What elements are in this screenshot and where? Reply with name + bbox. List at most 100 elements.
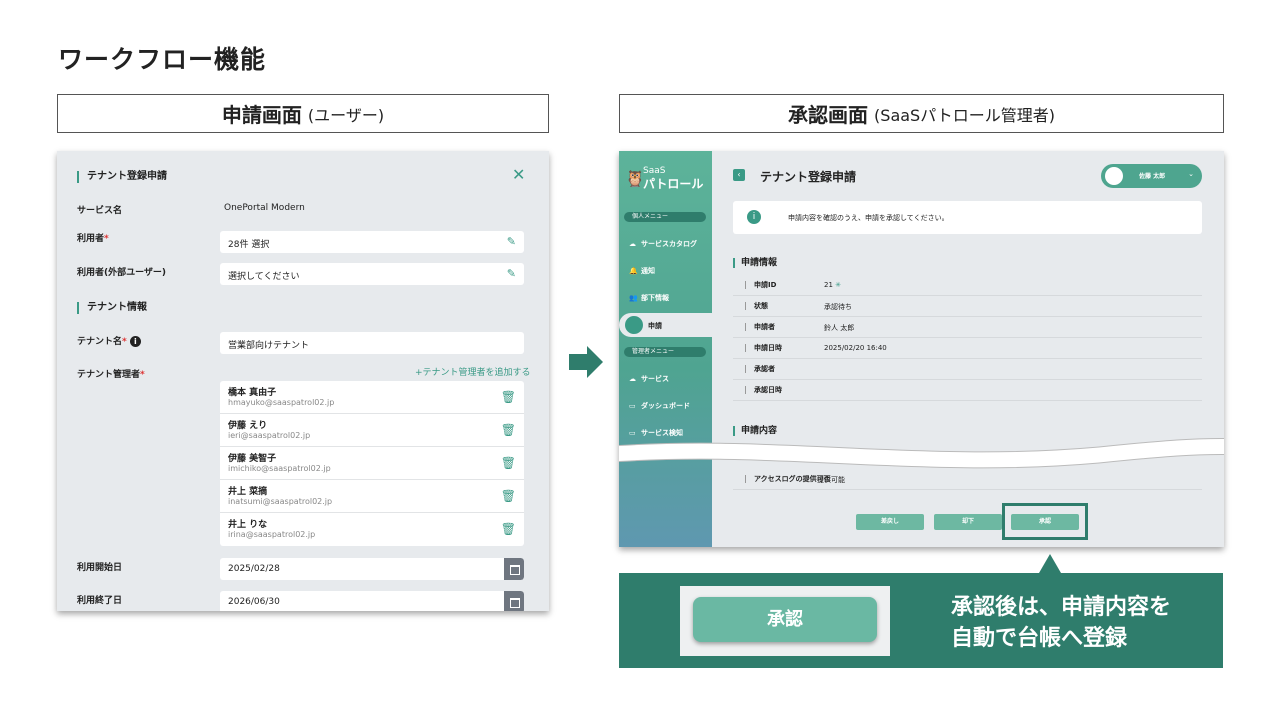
info-icon[interactable]: i xyxy=(129,336,141,347)
back-button[interactable]: ‹ xyxy=(733,169,745,181)
row-key: 承認者 xyxy=(745,365,775,373)
row-value: 21 ✳ xyxy=(824,281,842,289)
end-date-input[interactable]: 2026/06/30 xyxy=(220,591,524,611)
trash-icon[interactable]: 🗑 xyxy=(501,423,516,437)
row-key: 申請者 xyxy=(745,323,775,331)
list-item: 井上 りな irina@saaspatrol02.jp 🗑 xyxy=(220,513,524,546)
admin-menu-label: 管理者メニュー xyxy=(624,347,706,357)
admin-email: inatsumi@saaspatrol02.jp xyxy=(228,497,333,506)
admin-name: 井上 りな xyxy=(228,520,268,530)
add-tenant-admin-link[interactable]: +テナント管理者を追加する xyxy=(415,365,531,378)
table-row: 承認者 xyxy=(733,359,1202,380)
arrow-right-icon xyxy=(569,346,603,378)
table-row: 申請者 鈴人 太郎 xyxy=(733,317,1202,338)
service-value: OnePortal Modern xyxy=(224,203,305,213)
tenant-admin-list: 橋本 真由子 hmayuko@saaspatrol02.jp 🗑 伊藤 えり ieri… xyxy=(220,381,524,546)
list-item: 井上 菜摘 inatsumi@saaspatrol02.jp 🗑 xyxy=(220,480,524,513)
start-date-label: 利用開始日 xyxy=(77,563,123,573)
owl-logo-icon: 🦉 xyxy=(625,169,645,188)
avatar xyxy=(1105,167,1123,185)
request-screen-title: 申請画面 xyxy=(221,103,302,127)
tenant-admin-label: テナント管理者* xyxy=(77,370,145,380)
request-info-section-title: 申請情報 xyxy=(733,258,777,268)
table-row: 承認日時 xyxy=(733,380,1202,401)
sidebar-item-service[interactable]: ☁ サービス xyxy=(629,374,669,384)
calendar-icon[interactable] xyxy=(504,591,524,611)
admin-email: hmayuko@saaspatrol02.jp xyxy=(228,398,335,407)
app-logo: SaaS パトロール xyxy=(643,166,704,191)
sidebar-item-subordinate[interactable]: 👥 部下情報 xyxy=(629,293,669,303)
request-screen-header: 申請画面 (ユーザー) xyxy=(57,94,549,133)
row-value: 承認待ち xyxy=(824,303,852,311)
user-menu[interactable]: 佐藤 太郎 ⌄ xyxy=(1101,164,1202,188)
pencil-icon[interactable]: ✎ xyxy=(507,267,516,280)
trash-icon[interactable]: 🗑 xyxy=(501,522,516,536)
calendar-icon[interactable] xyxy=(504,558,524,580)
info-text: 申請内容を確認のうえ、申請を承認してください。 xyxy=(788,214,949,222)
table-row: 申請日時 2025/02/20 16:40 xyxy=(733,338,1202,359)
user-select-field[interactable]: 28件 選択 ✎ xyxy=(220,231,524,253)
row-value: 提供可能 xyxy=(817,476,845,484)
approval-screen-subtitle: (SaaSパトロール管理者) xyxy=(874,105,1055,125)
sidebar: 🦉 SaaS パトロール 個人メニュー ☁ サービスカタログ 🔔 通知 👥 部下情報 申… xyxy=(619,151,712,547)
zoomed-approve-button[interactable]: 承認 xyxy=(693,597,877,642)
approval-screen-title: 承認画面 xyxy=(788,103,869,127)
approval-screen: 🦉 SaaS パトロール 個人メニュー ☁ サービスカタログ 🔔 通知 👥 部下情報 申… xyxy=(619,151,1224,547)
row-value: 2025/02/20 16:40 xyxy=(824,344,887,352)
page-title: ワークフロー機能 xyxy=(58,45,267,74)
start-date-input[interactable]: 2025/02/28 xyxy=(220,558,524,580)
external-user-label: 利用者(外部ユーザー) xyxy=(77,268,167,278)
list-item: 伊藤 えり ieri@saaspatrol02.jp 🗑 xyxy=(220,414,524,447)
admin-name: 橋本 真由子 xyxy=(228,388,277,398)
admin-email: imichiko@saaspatrol02.jp xyxy=(228,464,331,473)
sidebar-item-catalog[interactable]: ☁ サービスカタログ xyxy=(629,239,697,249)
link-icon[interactable]: ✳ xyxy=(835,281,841,289)
admin-name: 伊藤 美智子 xyxy=(228,454,277,464)
request-icon xyxy=(625,316,643,334)
user-select-value: 28件 選択 xyxy=(228,240,270,250)
bell-icon: 🔔 xyxy=(629,267,638,275)
tenant-info-section-title: テナント情報 xyxy=(77,302,147,314)
tenant-name-input[interactable]: 営業部向けテナント xyxy=(220,332,524,354)
user-label: 利用者* xyxy=(77,234,109,244)
panel-title: テナント登録申請 xyxy=(760,170,857,184)
trash-icon[interactable]: 🗑 xyxy=(501,489,516,503)
monitor-icon: ▭ xyxy=(629,402,636,410)
user-name: 佐藤 太郎 xyxy=(1139,173,1166,180)
pencil-icon[interactable]: ✎ xyxy=(507,235,516,248)
sidebar-item-dashboard[interactable]: ▭ ダッシュボード xyxy=(629,401,690,411)
reject-button[interactable]: 却下 xyxy=(934,514,1002,530)
callout-line-2: 自動で台帳へ登録 xyxy=(951,626,1128,651)
external-user-field[interactable]: 選択してください ✎ xyxy=(220,263,524,285)
end-date-label: 利用終了日 xyxy=(77,596,123,606)
people-icon: 👥 xyxy=(629,294,638,302)
row-key: 申請日時 xyxy=(745,344,782,352)
row-key: 状態 xyxy=(745,302,768,310)
close-icon[interactable]: ✕ xyxy=(512,165,525,184)
info-banner: i 申請内容を確認のうえ、申請を承認してください。 xyxy=(733,201,1202,234)
personal-menu-label: 個人メニュー xyxy=(624,212,706,222)
list-item: 橋本 真由子 hmayuko@saaspatrol02.jp 🗑 xyxy=(220,381,524,414)
trash-icon[interactable]: 🗑 xyxy=(501,456,516,470)
external-user-placeholder: 選択してください xyxy=(228,272,300,282)
cloud-icon: ☁ xyxy=(629,240,636,248)
tenant-name-value: 営業部向けテナント xyxy=(228,341,310,351)
trash-icon[interactable]: 🗑 xyxy=(501,390,516,404)
form-section-title: テナント登録申請 xyxy=(77,171,167,183)
info-icon: i xyxy=(747,210,761,224)
request-form: テナント登録申請 ✕ サービス名 OnePortal Modern 利用者* 2… xyxy=(57,151,549,611)
admin-name: 伊藤 えり xyxy=(228,421,268,431)
admin-email: irina@saaspatrol02.jp xyxy=(228,530,316,539)
sidebar-item-notice[interactable]: 🔔 通知 xyxy=(629,266,655,276)
admin-name: 井上 菜摘 xyxy=(228,487,268,497)
approval-screen-header: 承認画面 (SaaSパトロール管理者) xyxy=(619,94,1224,133)
row-key: 申請ID xyxy=(745,281,776,289)
callout-text: 承認後は、申請内容を 自動で台帳へ登録 xyxy=(951,592,1171,654)
callout-pointer xyxy=(1039,554,1061,573)
zoomed-approve-area: 承認 xyxy=(680,586,890,656)
end-date-value: 2026/06/30 xyxy=(228,597,280,607)
service-label: サービス名 xyxy=(77,206,123,216)
return-button[interactable]: 差戻し xyxy=(856,514,924,530)
admin-email: ieri@saaspatrol02.jp xyxy=(228,431,311,440)
request-screen-subtitle: (ユーザー) xyxy=(307,105,385,125)
